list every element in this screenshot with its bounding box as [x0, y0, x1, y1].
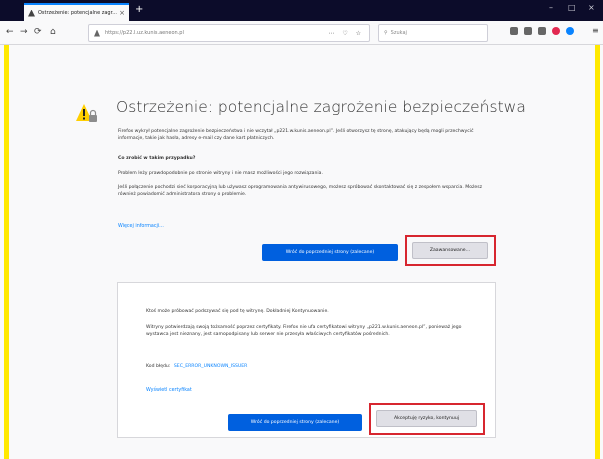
left-warning-rail — [4, 45, 9, 459]
go-back-button[interactable]: Wróć do poprzedniej strony (zalecane) — [262, 244, 398, 261]
extension-red-icon[interactable] — [552, 27, 560, 35]
close-window-icon[interactable]: × — [588, 3, 595, 12]
advanced-button[interactable]: Zaawansowane… — [412, 242, 488, 259]
url-text[interactable]: https://p22.l.uz.kunis.aeneon.pl — [105, 30, 328, 36]
extension-blue-icon[interactable] — [566, 27, 574, 35]
search-icon: ⚲ — [384, 30, 388, 36]
page-actions-icon[interactable]: ⋯ ♡ ☆ — [328, 30, 364, 37]
more-info-link[interactable]: Więcej informacji… — [118, 224, 164, 229]
tab-bar: Ostrzeżenie: potencjalne zagr... × + – □… — [0, 0, 603, 21]
network-text: Jeśli połączenie pochodzi sieć korporacy… — [118, 185, 483, 197]
advanced-text-1: Ktoś może próbować podszywać się pod tę … — [146, 309, 329, 314]
navigation-bar: ← → ⟳ ⌂ https://p22.l.uz.kunis.aeneon.pl… — [0, 21, 603, 45]
warning-lock-icon[interactable] — [94, 29, 100, 37]
new-tab-button[interactable]: + — [135, 4, 143, 16]
what-to-do-heading: Co zrobić w takim przypadku? — [118, 156, 196, 161]
page-title: Ostrzeżenie: potencjalne zagrożenie bezp… — [116, 98, 526, 116]
what-to-do-text: Problem leży prawdopodobnie po stronie w… — [118, 171, 323, 176]
error-code-line: Kod błędu: SEC_ERROR_UNKNOWN_ISSUER — [146, 363, 476, 370]
back-icon[interactable]: ← — [6, 26, 14, 38]
maximize-icon[interactable]: □ — [568, 3, 576, 12]
view-certificate-link[interactable]: Wyświetl certyfikat — [146, 388, 192, 393]
url-bar[interactable]: https://p22.l.uz.kunis.aeneon.pl ⋯ ♡ ☆ — [88, 24, 370, 42]
menu-icon[interactable]: ≡ — [592, 26, 599, 35]
toolbar-icons — [510, 27, 574, 35]
library-icon[interactable] — [510, 27, 518, 35]
accept-risk-button[interactable]: Akceptuję ryzyko, kontynuuj — [376, 410, 477, 427]
intro-text: Firefox wykrył potencjalne zagrożenie be… — [118, 129, 474, 141]
error-code-label: Kod błędu: — [146, 364, 171, 369]
right-warning-rail — [595, 45, 600, 459]
error-code-link[interactable]: SEC_ERROR_UNKNOWN_ISSUER — [174, 364, 248, 369]
reload-icon[interactable]: ⟳ — [34, 26, 42, 38]
tab-close-icon[interactable]: × — [119, 9, 125, 17]
sidebar-icon[interactable] — [524, 27, 532, 35]
account-icon[interactable] — [538, 27, 546, 35]
tab-title: Ostrzeżenie: potencjalne zagr... — [38, 10, 117, 16]
warning-favicon-icon — [28, 9, 35, 17]
advanced-go-back-button[interactable]: Wróć do poprzedniej strony (zalecane) — [228, 414, 362, 431]
tab-active[interactable]: Ostrzeżenie: potencjalne zagr... × — [24, 3, 129, 21]
minimize-icon[interactable]: – — [549, 3, 553, 12]
forward-icon[interactable]: → — [20, 26, 28, 38]
search-placeholder: Szukaj — [390, 30, 407, 36]
home-icon[interactable]: ⌂ — [50, 26, 56, 38]
warning-icon — [76, 104, 97, 122]
search-input[interactable]: ⚲ Szukaj — [378, 24, 488, 42]
advanced-text-2: Witryny potwierdzają swoją tożsamość pop… — [146, 325, 462, 337]
